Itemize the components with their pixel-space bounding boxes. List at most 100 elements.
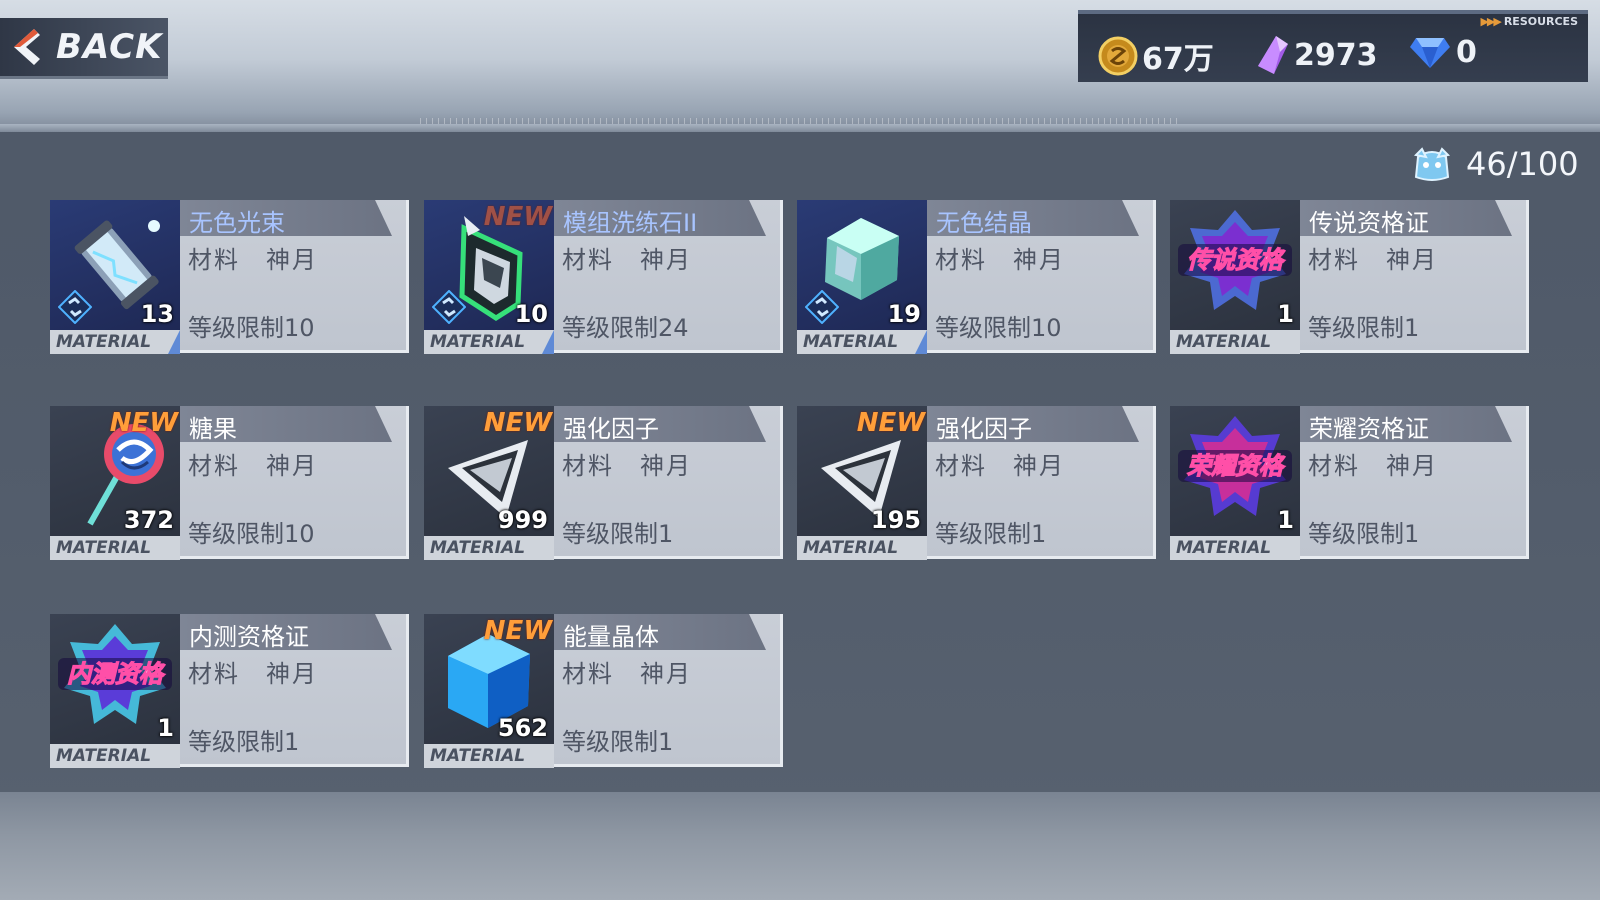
item-quantity: 999: [497, 506, 548, 534]
item-card[interactable]: NEW 999 MATERIAL 强化因子 材料 神月 等级限制1: [424, 406, 783, 560]
item-info: 能量晶体 材料 神月 等级限制1: [554, 614, 783, 767]
material-tag: MATERIAL: [1176, 538, 1272, 558]
material-tag: MATERIAL: [803, 332, 899, 352]
item-category: 材料 神月: [188, 246, 318, 274]
item-level-limit: 等级限制1: [935, 520, 1047, 548]
item-card[interactable]: NEW 195 MATERIAL 强化因子 材料 神月 等级限制1: [797, 406, 1156, 560]
item-name: 荣耀资格证: [1309, 415, 1429, 443]
item-card[interactable]: NEW 372 MATERIAL 糖果 材料 神月 等级限制10: [50, 406, 409, 560]
item-category: 材料 神月: [1308, 246, 1438, 274]
item-card[interactable]: 内测资格 1 MATERIAL 内测资格证 材料 神月 等级限制1: [50, 614, 409, 768]
item-level-limit: 等级限制1: [188, 728, 300, 756]
diamond-value: 0: [1456, 34, 1477, 70]
item-info: 糖果 材料 神月 等级限制10: [180, 406, 409, 559]
bottom-backdrop: [0, 792, 1600, 900]
item-card[interactable]: NEW 10 MATERIAL 模组洗练石II 材料 神月 等级限制24: [424, 200, 783, 354]
item-name: 模组洗练石II: [563, 209, 698, 237]
purple-crystal-icon: [1258, 36, 1288, 74]
item-level-limit: 等级限制10: [935, 314, 1062, 342]
item-category: 材料 神月: [188, 452, 318, 480]
decorative-tickline: [420, 118, 1180, 124]
item-name: 无色结晶: [936, 209, 1032, 237]
item-thumbnail: NEW 999 MATERIAL: [424, 406, 554, 560]
item-info: 强化因子 材料 神月 等级限制1: [554, 406, 783, 559]
item-info: 内测资格证 材料 神月 等级限制1: [180, 614, 409, 767]
new-tag: NEW: [109, 408, 178, 438]
material-tag: MATERIAL: [1176, 332, 1272, 352]
item-info: 传说资格证 材料 神月 等级限制1: [1300, 200, 1529, 353]
item-category: 材料 神月: [1308, 452, 1438, 480]
badge-text: 荣耀资格: [1187, 452, 1286, 480]
item-card[interactable]: 19 MATERIAL 无色结晶 材料 神月 等级限制10: [797, 200, 1156, 354]
item-name: 能量晶体: [563, 623, 659, 651]
crystal-value: 2973: [1294, 37, 1378, 73]
item-thumbnail: NEW 562 MATERIAL: [424, 614, 554, 768]
back-button[interactable]: BACK: [0, 18, 168, 79]
badge-text: 内测资格: [67, 660, 166, 688]
bag-icon: [1413, 147, 1451, 181]
item-card[interactable]: 荣耀资格 1 MATERIAL 荣耀资格证 材料 神月 等级限制1: [1170, 406, 1529, 560]
diamond-icon: [1410, 38, 1450, 68]
new-tag: NEW: [483, 408, 552, 438]
item-thumbnail: NEW 195 MATERIAL: [797, 406, 927, 560]
material-tag: MATERIAL: [56, 332, 152, 352]
item-info: 无色光束 材料 神月 等级限制10: [180, 200, 409, 353]
item-name: 无色光束: [189, 209, 285, 237]
item-quantity: 10: [514, 300, 548, 328]
item-category: 材料 神月: [562, 246, 692, 274]
item-info: 强化因子 材料 神月 等级限制1: [927, 406, 1156, 559]
item-level-limit: 等级限制1: [1308, 520, 1420, 548]
badge-text: 传说资格: [1187, 246, 1286, 274]
item-card[interactable]: NEW 562 MATERIAL 能量晶体 材料 神月 等级限制1: [424, 614, 783, 768]
material-gear-icon: [432, 290, 466, 324]
item-quantity: 372: [123, 506, 174, 534]
material-tag: MATERIAL: [803, 538, 899, 558]
gold-resource[interactable]: 67万: [1098, 34, 1214, 78]
material-tag: MATERIAL: [430, 332, 526, 352]
material-tag: MATERIAL: [56, 538, 152, 558]
item-category: 材料 神月: [562, 452, 692, 480]
item-thumbnail: 荣耀资格 1 MATERIAL: [1170, 406, 1300, 560]
item-category: 材料 神月: [935, 452, 1065, 480]
item-quantity: 19: [887, 300, 921, 328]
material-tag: MATERIAL: [56, 746, 152, 766]
new-tag: NEW: [483, 202, 552, 232]
item-thumbnail: NEW 372 MATERIAL: [50, 406, 180, 560]
resources-label: RESOURCES: [1503, 15, 1578, 28]
material-tag: MATERIAL: [430, 746, 526, 766]
item-thumbnail: 传说资格 1 MATERIAL: [1170, 200, 1300, 354]
crystal-resource[interactable]: 2973: [1254, 34, 1378, 76]
item-level-limit: 等级限制1: [1308, 314, 1420, 342]
item-quantity: 1: [1277, 300, 1294, 328]
material-tag: MATERIAL: [430, 538, 526, 558]
item-thumbnail: 内测资格 1 MATERIAL: [50, 614, 180, 768]
item-name: 内测资格证: [189, 623, 309, 651]
item-name: 强化因子: [936, 415, 1032, 443]
item-level-limit: 等级限制1: [562, 728, 674, 756]
material-gear-icon: [58, 290, 92, 324]
back-label: BACK: [56, 27, 163, 67]
item-name: 传说资格证: [1309, 209, 1429, 237]
item-category: 材料 神月: [935, 246, 1065, 274]
item-quantity: 1: [157, 714, 174, 742]
gold-coin-icon: [1098, 36, 1138, 76]
diamond-resource[interactable]: 0: [1408, 34, 1477, 70]
item-level-limit: 等级限制24: [562, 314, 689, 342]
item-name: 强化因子: [563, 415, 659, 443]
gold-value: 67万: [1142, 42, 1214, 77]
item-level-limit: 等级限制10: [188, 314, 315, 342]
item-card[interactable]: 13 MATERIAL 无色光束 材料 神月 等级限制10: [50, 200, 409, 354]
item-quantity: 562: [497, 714, 548, 742]
item-level-limit: 等级限制1: [562, 520, 674, 548]
item-thumbnail: NEW 10 MATERIAL: [424, 200, 554, 354]
material-gear-icon: [805, 290, 839, 324]
item-category: 材料 神月: [562, 660, 692, 688]
item-name: 糖果: [189, 415, 237, 443]
bag-capacity: 46/100: [1412, 145, 1579, 183]
new-tag: NEW: [856, 408, 925, 438]
item-quantity: 13: [140, 300, 174, 328]
item-card[interactable]: 传说资格 1 MATERIAL 传说资格证 材料 神月 等级限制1: [1170, 200, 1529, 354]
capacity-value: 46/100: [1466, 145, 1579, 183]
resources-bar: ▶▶▶ RESOURCES 67万 2973 0: [1078, 10, 1588, 82]
item-thumbnail: 13 MATERIAL: [50, 200, 180, 354]
